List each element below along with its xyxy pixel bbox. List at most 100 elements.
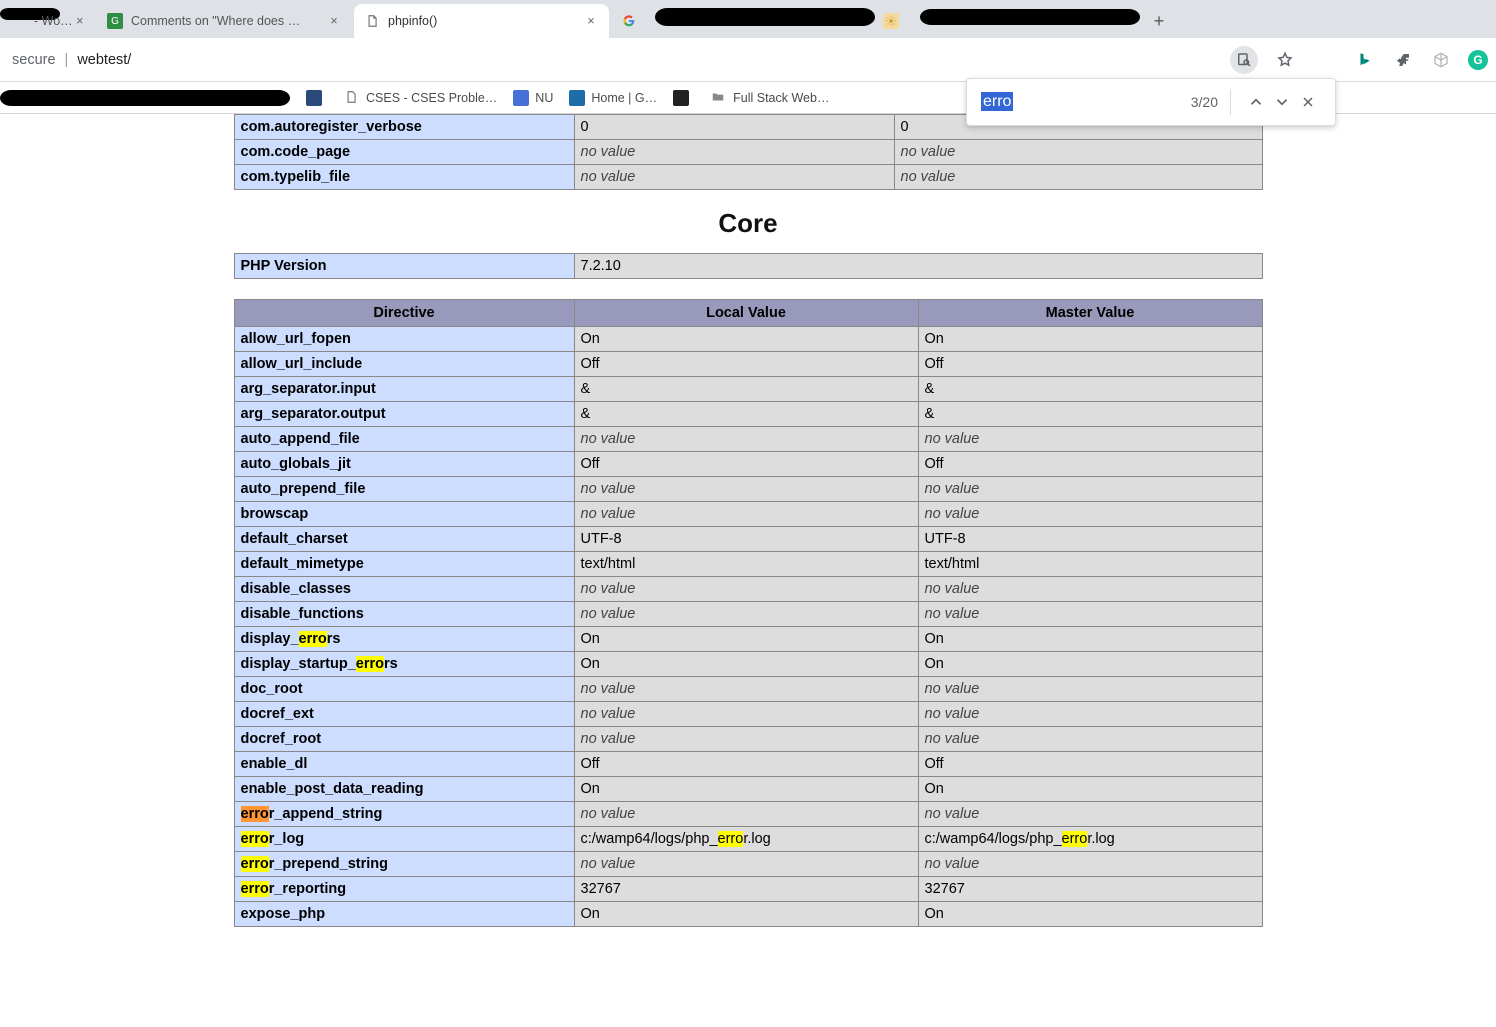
local-value: On — [574, 777, 918, 802]
master-value: no value — [918, 727, 1262, 752]
cube-extension-icon[interactable] — [1430, 49, 1452, 71]
local-value: UTF-8 — [574, 527, 918, 552]
toolbar: secure | webtest/ G — [0, 38, 1496, 82]
directive-name: enable_post_data_reading — [234, 777, 574, 802]
bookmark-star-icon[interactable] — [1274, 49, 1296, 71]
directive-name: docref_ext — [234, 702, 574, 727]
table-row: browscapno valueno value — [234, 502, 1262, 527]
directive-name: expose_php — [234, 902, 574, 927]
tab-favicon-icon — [621, 13, 637, 29]
directive-name: error_prepend_string — [234, 852, 574, 877]
directive-name: arg_separator.output — [234, 402, 574, 427]
tab-title: phpinfo() — [388, 14, 437, 28]
browser-tab[interactable]: phpinfo() × — [354, 4, 609, 38]
table-row: docref_extno valueno value — [234, 702, 1262, 727]
master-value: Off — [918, 752, 1262, 777]
find-close-button[interactable] — [1295, 89, 1321, 115]
browser-tab[interactable]: - WordPr…× — [0, 4, 95, 38]
browser-tab[interactable]: GComments on "Where does PHP× — [97, 4, 352, 38]
new-tab-button[interactable]: + — [1145, 7, 1173, 35]
directive-name: disable_functions — [234, 602, 574, 627]
bookmark-favicon-icon — [673, 90, 689, 106]
find-in-page-icon[interactable] — [1230, 46, 1258, 74]
directive-name: com.autoregister_verbose — [234, 115, 574, 140]
master-value: On — [918, 902, 1262, 927]
local-value: no value — [574, 677, 918, 702]
master-value: no value — [918, 702, 1262, 727]
redaction-tab5 — [920, 9, 1140, 25]
tab-close-icon[interactable]: × — [75, 13, 85, 29]
directive-name: disable_classes — [234, 577, 574, 602]
local-value: Off — [574, 452, 918, 477]
bookmark-favicon-icon — [569, 90, 585, 106]
master-value: Off — [918, 352, 1262, 377]
local-value: no value — [574, 852, 918, 877]
master-value: On — [918, 627, 1262, 652]
local-value: On — [574, 627, 918, 652]
directive-name: error_reporting — [234, 877, 574, 902]
bookmark-item[interactable]: NU — [513, 90, 553, 106]
directive-name: doc_root — [234, 677, 574, 702]
master-value: no value — [918, 577, 1262, 602]
directive-name: auto_prepend_file — [234, 477, 574, 502]
bookmark-label: NU — [535, 91, 553, 105]
local-value: no value — [574, 602, 918, 627]
address-path: webtest/ — [77, 52, 131, 68]
find-prev-button[interactable] — [1243, 89, 1269, 115]
bookmark-item[interactable]: Home | G… — [569, 90, 657, 106]
local-value: no value — [574, 427, 918, 452]
chrome-dino-icon[interactable] — [1392, 49, 1414, 71]
table-row: com.typelib_fileno valueno value — [234, 165, 1262, 190]
table-header-cell: Local Value — [574, 300, 918, 327]
master-value: On — [918, 327, 1262, 352]
local-value: no value — [574, 140, 894, 165]
address-secure-label: secure — [12, 52, 56, 68]
master-value: no value — [918, 477, 1262, 502]
find-query[interactable]: erro — [981, 93, 1013, 111]
directive-name: enable_dl — [234, 752, 574, 777]
directive-name: error_append_string — [234, 802, 574, 827]
master-value: no value — [894, 140, 1262, 165]
page-content[interactable]: com.autoregister_verbose00com.code_pagen… — [0, 114, 1496, 1027]
bookmark-item[interactable] — [306, 90, 328, 106]
table-row: error_append_stringno valueno value — [234, 802, 1262, 827]
local-value: no value — [574, 727, 918, 752]
table-header-row: DirectiveLocal ValueMaster Value — [234, 300, 1262, 327]
bookmark-item[interactable]: Full Stack Web… — [711, 90, 829, 106]
master-value: & — [918, 402, 1262, 427]
core-section-heading: Core — [234, 208, 1263, 239]
grammarly-icon[interactable]: G — [1468, 50, 1488, 70]
tab-favicon-icon — [10, 13, 26, 29]
table-row: auto_globals_jitOffOff — [234, 452, 1262, 477]
table-row: enable_dlOffOff — [234, 752, 1262, 777]
bing-icon[interactable] — [1354, 49, 1376, 71]
table-row: display_startup_errorsOnOn — [234, 652, 1262, 677]
bookmark-item[interactable] — [673, 90, 695, 106]
local-value: Off — [574, 752, 918, 777]
tab-title: Comments on "Where does PHP — [131, 14, 301, 28]
table-row: disable_functionsno valueno value — [234, 602, 1262, 627]
bookmark-favicon-icon — [344, 90, 360, 106]
table-row: expose_phpOnOn — [234, 902, 1262, 927]
local-value: no value — [574, 165, 894, 190]
master-value: c:/wamp64/logs/php_error.log — [918, 827, 1262, 852]
tab-close-icon[interactable]: × — [326, 13, 342, 29]
spacer-icon — [1312, 49, 1338, 71]
local-value: 0 — [574, 115, 894, 140]
local-value: no value — [574, 802, 918, 827]
master-value: no value — [918, 502, 1262, 527]
master-value: no value — [918, 802, 1262, 827]
table-header-cell: Directive — [234, 300, 574, 327]
find-separator — [1230, 89, 1231, 115]
local-value: On — [574, 652, 918, 677]
address-bar[interactable]: secure | webtest/ — [12, 52, 131, 68]
tab-favicon-icon — [364, 13, 380, 29]
tab-close-icon[interactable]: × — [583, 13, 599, 29]
bookmark-item[interactable]: CSES - CSES Proble… — [344, 90, 497, 106]
local-value: no value — [574, 702, 918, 727]
find-next-button[interactable] — [1269, 89, 1295, 115]
table-row: error_logc:/wamp64/logs/php_error.logc:/… — [234, 827, 1262, 852]
master-value: no value — [918, 602, 1262, 627]
local-value: no value — [574, 577, 918, 602]
table-header-cell: Master Value — [918, 300, 1262, 327]
